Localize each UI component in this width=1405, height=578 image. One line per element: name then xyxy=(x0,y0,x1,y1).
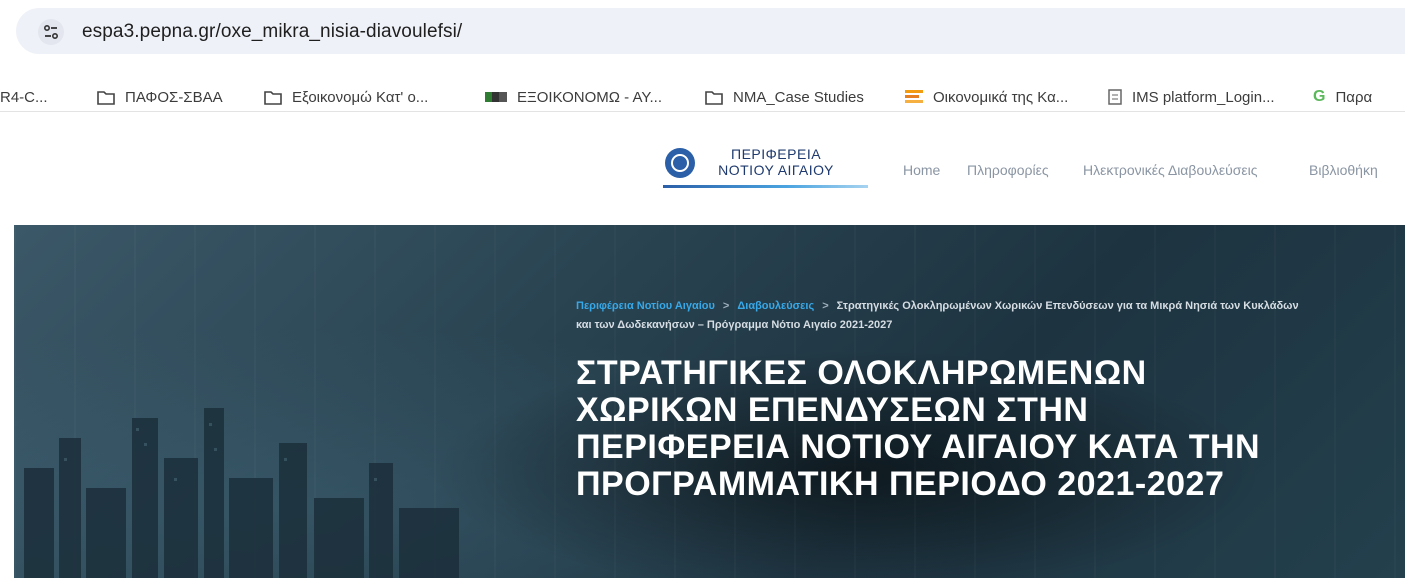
bookmark-label: Εξοικονομώ Κατ' ο... xyxy=(292,88,429,106)
bookmark-label: IMS platform_Login... xyxy=(1132,88,1275,106)
bookmark-item[interactable]: NMA_Case Studies xyxy=(705,84,864,110)
breadcrumb-separator: > xyxy=(722,300,730,312)
folder-icon xyxy=(97,90,115,105)
page-title: ΣΤΡΑΤΗΓΙΚΕΣ ΟΛΟΚΛΗΡΩΜΕΝΩΝ ΧΩΡΙΚΩΝ ΕΠΕΝΔΥ… xyxy=(576,355,1336,503)
divider xyxy=(0,111,1405,112)
logo-line-2: ΝΟΤΙΟΥ ΑΙΓΑΙΟΥ xyxy=(718,162,834,178)
flag-icon xyxy=(485,92,507,102)
nav-library[interactable]: Βιβλιοθήκη xyxy=(1309,162,1378,178)
site-info-icon[interactable] xyxy=(38,19,64,45)
bookmark-label: Παρα xyxy=(1335,88,1373,106)
breadcrumb-home-link[interactable]: Περιφέρεια Νοτίου Αιγαίου xyxy=(576,300,715,312)
title-line: ΠΡΟΓΡΑΜΜΑΤΙΚΗ ΠΕΡΙΟΔΟ 2021-2027 xyxy=(576,465,1225,503)
bookmark-item[interactable]: Εξοικονομώ Κατ' ο... xyxy=(264,84,428,110)
bookmark-label: Οικονομικά της Κα... xyxy=(933,88,1069,106)
bars-icon xyxy=(905,89,923,105)
bookmark-item[interactable]: R4-C... xyxy=(0,84,48,110)
site-logo[interactable]: ΠΕΡΙΦΕΡΕΙΑ ΝΟΤΙΟΥ ΑΙΓΑΙΟΥ xyxy=(706,146,846,178)
address-bar[interactable]: espa3.pepna.gr/oxe_mikra_nisia-diavoulef… xyxy=(16,8,1405,54)
folder-icon xyxy=(705,90,723,105)
bookmark-item[interactable]: ΠΑΦΟΣ-ΣΒΑΑ xyxy=(97,84,223,110)
breadcrumb-section-link[interactable]: Διαβουλεύσεις xyxy=(737,300,814,312)
bookmark-item[interactable]: Οικονομικά της Κα... xyxy=(905,84,1068,110)
bookmark-label: NMA_Case Studies xyxy=(733,88,864,106)
nav-home[interactable]: Home xyxy=(903,162,940,178)
page-icon xyxy=(1108,89,1122,105)
bookmark-item[interactable]: IMS platform_Login... xyxy=(1108,84,1275,110)
city-skyline-image xyxy=(24,408,459,578)
bookmarks-bar: R4-C... ΠΑΦΟΣ-ΣΒΑΑ Εξοικονομώ Κατ' ο... … xyxy=(0,84,1405,110)
url-text[interactable]: espa3.pepna.gr/oxe_mikra_nisia-diavoulef… xyxy=(82,21,462,43)
nav-consultations[interactable]: Ηλεκτρονικές Διαβουλεύσεις xyxy=(1083,162,1258,178)
folder-icon xyxy=(264,90,282,105)
bookmark-label: ΕΞΟΙΚΟΝΟΜΩ - ΑΥ... xyxy=(517,88,662,106)
hero-banner: Περιφέρεια Νοτίου Αιγαίου > Διαβουλεύσεις >… xyxy=(14,225,1405,578)
bookmark-item[interactable]: ΕΞΟΙΚΟΝΟΜΩ - ΑΥ... xyxy=(485,84,662,110)
breadcrumb: Περιφέρεια Νοτίου Αιγαίου > Διαβουλεύσεις >… xyxy=(576,297,1316,335)
bookmark-label: R4-C... xyxy=(0,88,48,106)
breadcrumb-separator: > xyxy=(822,300,829,312)
region-emblem-icon[interactable] xyxy=(665,148,695,178)
title-line: ΧΩΡΙΚΩΝ ΕΠΕΝΔΥΣΕΩΝ ΣΤΗΝ xyxy=(576,391,1089,429)
logo-underline xyxy=(663,185,868,188)
nav-info[interactable]: Πληροφορίες xyxy=(967,162,1049,178)
title-line: ΠΕΡΙΦΕΡΕΙΑ ΝΟΤΙΟΥ ΑΙΓΑΙΟΥ ΚΑΤΑ ΤΗΝ xyxy=(576,428,1261,466)
logo-line-1: ΠΕΡΙΦΕΡΕΙΑ xyxy=(730,146,822,162)
bookmark-item[interactable]: G Παρα xyxy=(1313,84,1372,110)
bookmark-label: ΠΑΦΟΣ-ΣΒΑΑ xyxy=(125,88,223,106)
title-line: ΣΤΡΑΤΗΓΙΚΕΣ ΟΛΟΚΛΗΡΩΜΕΝΩΝ xyxy=(576,354,1147,392)
g-icon: G xyxy=(1313,88,1326,105)
